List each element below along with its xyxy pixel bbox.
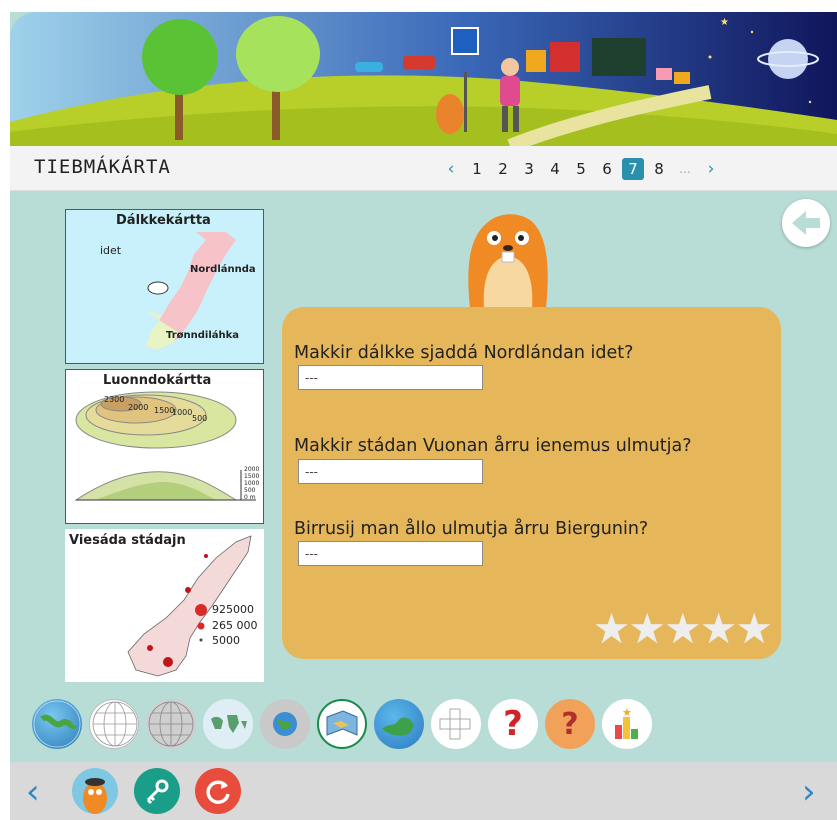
question-2-input[interactable] [298,459,483,484]
page-title: TIEBMÁKÁRTA [34,156,171,178]
contour-label-500: 500 [192,414,208,423]
weather-map-label-trondelag: Trønndiláhka [166,330,240,341]
question-3-text: Birrusij man ållo ulmutja årru Biergunin… [294,519,649,539]
globe-grid-icon[interactable] [32,699,82,749]
question-3-input[interactable] [298,541,483,566]
page-next-button[interactable]: › [698,159,724,179]
map-question-icon[interactable]: ? [545,699,595,749]
earth-icon[interactable] [374,699,424,749]
page-2-button[interactable]: 2 [490,160,516,178]
page-3-button[interactable]: 3 [516,160,542,178]
relief-scale-500: 500 [244,487,256,494]
back-arrow-icon [792,211,820,235]
small-globe-icon[interactable] [260,699,310,749]
page-6-button[interactable]: 6 [594,160,620,178]
refresh-button[interactable] [195,768,241,814]
relief-scale-0: 0 m [244,494,256,501]
pagination: ‹ 1 2 3 4 5 6 7 8 ... › [438,157,724,181]
beaver-avatar-button[interactable] [72,768,118,814]
population-map-title: Viesáda stádajn [69,533,186,548]
refresh-icon [206,780,230,804]
relief-map[interactable]: Luonndokártta 2300 2000 1500 1000 500 20… [65,369,264,524]
question-2-text: Makkir stádan Vuonan årru ienemus ulmutj… [294,436,692,456]
next-arrow-button[interactable]: › [802,772,816,812]
page-prev-button[interactable]: ‹ [438,159,464,179]
population-legend-large: 925000 [212,603,254,616]
weather-map-title: Dálkkekártta [116,213,211,228]
beaver-mascot [468,214,548,308]
bottom-nav: ‹ › [10,762,837,820]
key-icon [146,779,169,805]
relief-map-title: Luonndokártta [103,373,212,388]
page-1-button[interactable]: 1 [464,160,490,178]
weather-map-label-nordland: Nordlánnda [190,264,256,275]
population-legend-medium: 265 000 [212,619,258,632]
white-wire-globe-icon[interactable] [89,699,139,749]
page-4-button[interactable]: 4 [542,160,568,178]
question-card: Makkir dálkke sjaddá Nordlándan idet? Ma… [282,307,781,659]
relief-scale: 2000 1500 1000 500 0 m [244,466,259,501]
page-8-button[interactable]: 8 [646,160,672,178]
page-5-button[interactable]: 5 [568,160,594,178]
relief-map-graphic [74,391,256,501]
question-1-text: Makkir dálkke sjaddá Nordlándan idet? [294,343,634,363]
grey-wire-globe-icon[interactable] [146,699,196,749]
contour-label-1000: 1000 [172,408,193,417]
contour-label-2000: 2000 [128,403,149,412]
population-legend-small: 5000 [212,634,240,647]
crossword-icon[interactable] [431,699,481,749]
back-button[interactable] [782,199,830,247]
page-7-button[interactable]: 7 [622,158,644,180]
population-map[interactable]: Viesáda stádajn 925000 265 000 5000 [65,529,264,682]
title-bar: TIEBMÁKÁRTA ‹ 1 2 3 4 5 6 7 8 ... › [10,146,837,191]
page-ellipsis: ... [679,162,691,176]
prev-arrow-button[interactable]: ‹ [26,772,40,812]
app-frame: ★ TIEBMÁKÁRTA ‹ 1 2 3 4 5 6 7 8 ... › Dá… [10,12,837,820]
score-chart-icon[interactable]: ★ [602,699,652,749]
tool-bar: ? ? ★ [32,699,659,749]
key-button[interactable] [134,768,180,814]
banner-illustration: ★ [10,16,837,146]
relief-scale-1500: 1500 [244,473,260,480]
question-1-input[interactable] [298,365,483,390]
star-rating: ★★★★★ [592,604,773,653]
beaver-avatar-icon [83,778,107,814]
weather-map[interactable]: Dálkkekártta idet Nordlánnda Trønndiláhk… [65,209,264,364]
contour-label-2300: 2300 [104,395,125,404]
svg-text:★: ★ [720,17,729,28]
header-banner: ★ [10,12,837,146]
weather-map-label-idet: idet [100,244,122,257]
question-mark-icon[interactable]: ? [488,699,538,749]
svg-text:★: ★ [622,706,632,719]
relief-scale-1000: 1000 [244,480,260,487]
map-book-icon[interactable] [317,699,367,749]
relief-scale-2000: 2000 [244,466,260,473]
world-map-icon[interactable] [203,699,253,749]
